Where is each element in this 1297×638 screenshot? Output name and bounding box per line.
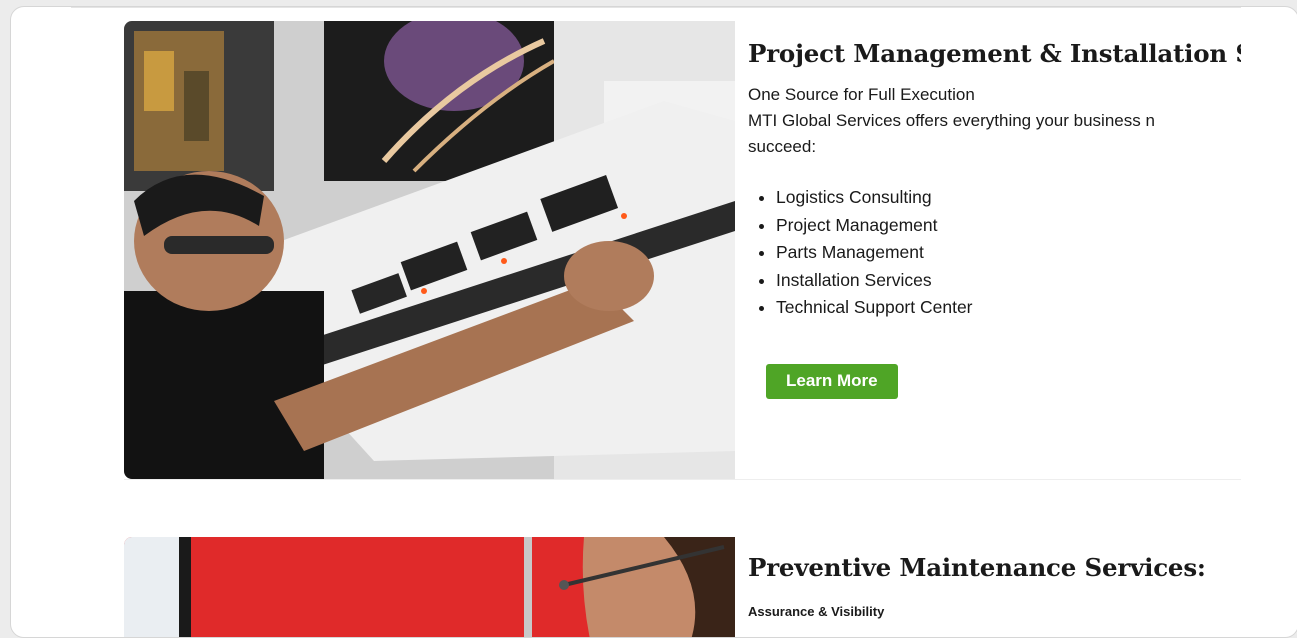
list-item: Installation Services bbox=[776, 267, 1241, 295]
list-item: Project Management bbox=[776, 212, 1241, 240]
support-agent-photo bbox=[124, 537, 735, 637]
description-line: One Source for Full Execution bbox=[748, 85, 975, 104]
service-description: One Source for Full Execution MTI Global… bbox=[748, 82, 1241, 160]
description-line: succeed: bbox=[748, 137, 817, 156]
page-frame: Project Management & Installation Serv O… bbox=[10, 6, 1297, 638]
learn-more-button[interactable]: Learn More bbox=[766, 363, 898, 399]
divider bbox=[71, 7, 1241, 8]
section-title: Preventive Maintenance Services: bbox=[748, 553, 1206, 582]
service-content: Preventive Maintenance Services: Assuran… bbox=[748, 537, 1241, 619]
service-content: Project Management & Installation Serv O… bbox=[748, 21, 1241, 399]
services-list: Logistics Consulting Project Management … bbox=[748, 184, 1241, 322]
section-subtitle: Assurance & Visibility bbox=[748, 604, 885, 619]
list-item: Logistics Consulting bbox=[776, 184, 1241, 212]
service-card-project-management: Project Management & Installation Serv O… bbox=[124, 21, 1241, 480]
list-item: Parts Management bbox=[776, 239, 1241, 267]
service-card-preventive-maintenance: Preventive Maintenance Services: Assuran… bbox=[124, 537, 1241, 637]
list-item: Technical Support Center bbox=[776, 294, 1241, 322]
technician-installing-photo bbox=[124, 21, 735, 479]
section-title: Project Management & Installation Serv bbox=[748, 39, 1241, 68]
description-line: MTI Global Services offers everything yo… bbox=[748, 111, 1155, 130]
